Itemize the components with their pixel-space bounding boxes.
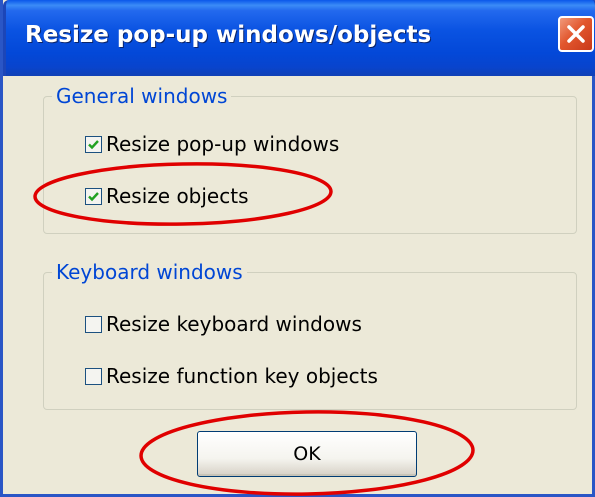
general-windows-group [43,96,577,234]
keyboard-windows-group [43,272,577,410]
resize-function-key-objects-checkbox[interactable] [85,367,102,385]
resize-function-key-objects-label: Resize function key objects [106,364,378,388]
resize-objects-option[interactable]: Resize objects [85,183,249,209]
resize-keyboard-windows-option[interactable]: Resize keyboard windows [85,311,362,337]
resize-popup-windows-option[interactable]: Resize pop-up windows [85,131,339,157]
window-title: Resize pop-up windows/objects [25,22,432,48]
resize-popup-windows-checkbox[interactable] [85,135,102,153]
resize-dialog: Resize pop-up windows/objects General wi… [0,0,595,497]
close-icon [567,25,585,43]
keyboard-windows-legend: Keyboard windows [52,260,247,284]
checkmark-icon [88,191,99,201]
resize-keyboard-windows-checkbox[interactable] [85,315,102,333]
resize-function-key-objects-option[interactable]: Resize function key objects [85,363,378,389]
ok-button[interactable]: OK [197,431,417,477]
general-windows-legend: General windows [52,84,232,108]
checkmark-icon [88,139,99,149]
title-bar[interactable]: Resize pop-up windows/objects [3,0,595,76]
close-button[interactable] [558,16,594,52]
resize-popup-windows-label: Resize pop-up windows [106,132,340,156]
resize-keyboard-windows-label: Resize keyboard windows [106,312,362,336]
resize-objects-label: Resize objects [106,184,249,208]
resize-objects-checkbox[interactable] [85,187,102,205]
